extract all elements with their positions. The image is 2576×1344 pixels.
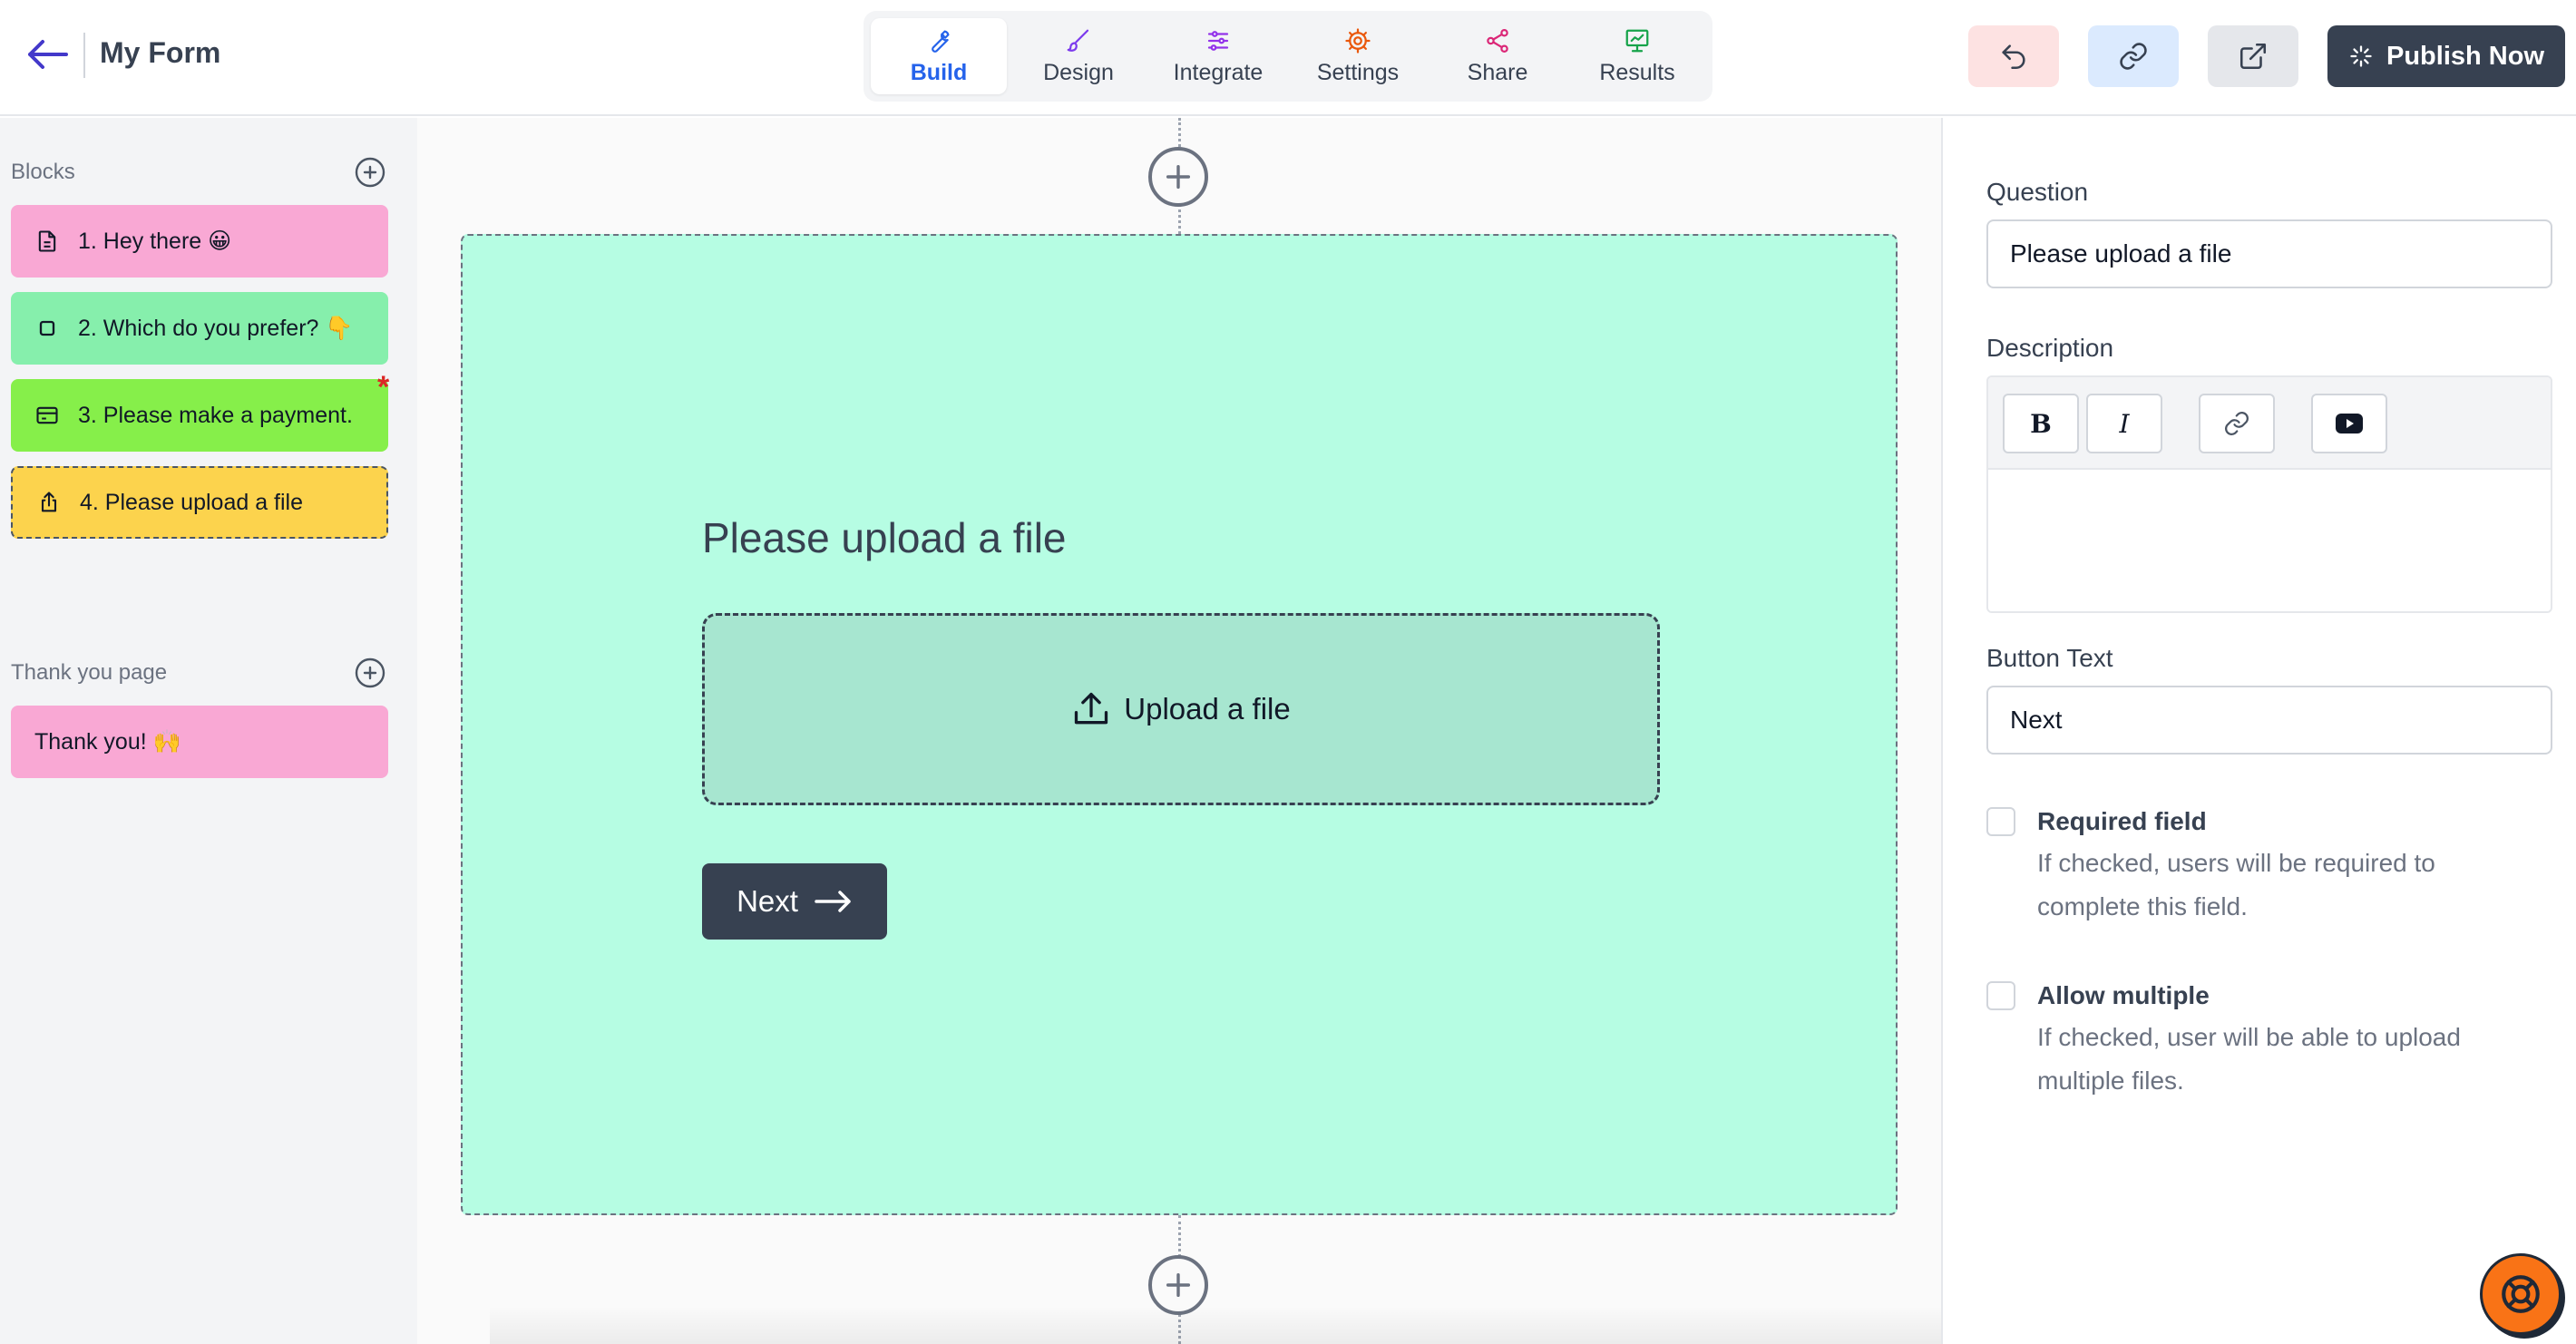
tab-settings[interactable]: Settings bbox=[1290, 18, 1426, 94]
bold-button[interactable]: B bbox=[2003, 394, 2079, 453]
block-label: 1. Hey there 😀 bbox=[78, 229, 232, 254]
blocks-heading: Blocks bbox=[11, 160, 75, 184]
allow-multiple-title: Allow multiple bbox=[2037, 981, 2210, 1009]
question-label: Question bbox=[1986, 178, 2089, 206]
allow-multiple-desc: If checked, user will be able to upload … bbox=[2037, 1023, 2461, 1095]
button-text-input[interactable] bbox=[1986, 686, 2552, 755]
insert-link-button[interactable] bbox=[2199, 394, 2275, 453]
publish-label: Publish Now bbox=[2386, 41, 2544, 71]
blocks-sidebar: Blocks 1. Hey there 😀 2. Which do you pr… bbox=[0, 118, 417, 1344]
block-item-3[interactable]: 3. Please make a payment. bbox=[11, 379, 388, 452]
required-field-title: Required field bbox=[2037, 807, 2207, 835]
block-label: 4. Please upload a file bbox=[80, 489, 304, 515]
copy-link-button[interactable] bbox=[2088, 25, 2179, 87]
checkbox-icon bbox=[39, 320, 55, 336]
description-label: Description bbox=[1986, 334, 2114, 362]
upload-icon bbox=[1075, 692, 1108, 725]
tab-build[interactable]: Build bbox=[871, 18, 1007, 94]
form-title: My Form bbox=[100, 36, 221, 69]
plus-circle-icon bbox=[355, 657, 385, 688]
thank-you-item[interactable]: Thank you! 🙌 bbox=[11, 706, 388, 778]
question-card[interactable]: Please upload a file Upload a file Next bbox=[461, 234, 1898, 1215]
question-input[interactable] bbox=[1986, 219, 2552, 288]
allow-multiple-text: Allow multiple If checked, user will be … bbox=[2037, 978, 2545, 1103]
tab-label: Build bbox=[910, 59, 968, 85]
tab-label: Share bbox=[1467, 59, 1528, 85]
arrow-right-icon bbox=[815, 891, 851, 912]
undo-icon bbox=[2002, 44, 2025, 70]
tab-design[interactable]: Design bbox=[1010, 18, 1147, 94]
block-label: 3. Please make a payment. bbox=[78, 402, 353, 428]
top-header: My Form Build Design Integrate Settings … bbox=[0, 0, 2576, 116]
block-item-1[interactable]: 1. Hey there 😀 bbox=[11, 205, 388, 278]
tab-label: Settings bbox=[1316, 59, 1400, 85]
tab-share[interactable]: Share bbox=[1429, 18, 1566, 94]
header-divider bbox=[83, 33, 85, 78]
publish-button[interactable]: Publish Now bbox=[2327, 25, 2565, 87]
tab-integrate[interactable]: Integrate bbox=[1150, 18, 1286, 94]
share-icon bbox=[1487, 28, 1508, 53]
form-canvas: Please upload a file Upload a file Next bbox=[417, 118, 1941, 1344]
italic-label: I bbox=[2119, 408, 2130, 439]
upload-dropzone[interactable]: Upload a file bbox=[702, 613, 1660, 805]
tab-label: Results bbox=[1599, 59, 1675, 85]
wrench-icon bbox=[932, 30, 950, 53]
plus-icon bbox=[1166, 1272, 1191, 1298]
italic-button[interactable]: I bbox=[2086, 394, 2162, 453]
insert-block-top-button[interactable] bbox=[1148, 147, 1208, 207]
required-star: * bbox=[377, 370, 390, 404]
plus-circle-icon bbox=[355, 157, 385, 188]
button-text-label: Button Text bbox=[1986, 644, 2113, 672]
tab-label: Integrate bbox=[1173, 59, 1264, 85]
bold-label: B bbox=[2030, 408, 2052, 439]
main-tabs: Build Design Integrate Settings Share Re… bbox=[864, 11, 1712, 102]
next-label: Next bbox=[737, 884, 798, 918]
bottom-shadow bbox=[490, 1306, 2068, 1344]
link-icon bbox=[2225, 412, 2249, 435]
editor-toolbar: B I bbox=[1988, 377, 2551, 470]
lifebuoy-icon bbox=[2502, 1275, 2540, 1313]
credit-card-icon bbox=[36, 406, 58, 424]
required-field-desc: If checked, users will be required to co… bbox=[2037, 849, 2435, 920]
allow-multiple-checkbox[interactable] bbox=[1986, 981, 2015, 1010]
required-field-checkbox[interactable] bbox=[1986, 807, 2015, 836]
next-button[interactable]: Next bbox=[702, 863, 887, 940]
undo-button[interactable] bbox=[1968, 25, 2059, 87]
block-item-4[interactable]: 4. Please upload a file bbox=[11, 466, 388, 539]
link-icon bbox=[2120, 43, 2147, 70]
thank-you-heading: Thank you page bbox=[11, 660, 168, 685]
allow-multiple-option: Allow multiple If checked, user will be … bbox=[1986, 978, 2545, 1103]
block-label: 2. Which do you prefer? 👇 bbox=[78, 315, 354, 341]
back-button[interactable] bbox=[24, 31, 71, 78]
insert-video-button[interactable] bbox=[2311, 394, 2387, 453]
brush-icon bbox=[1067, 29, 1089, 52]
open-external-button[interactable] bbox=[2208, 25, 2298, 87]
sparkle-icon bbox=[2350, 45, 2372, 67]
required-field-option: Required field If checked, users will be… bbox=[1986, 803, 2545, 929]
add-thank-you-button[interactable] bbox=[352, 655, 388, 691]
description-text-area[interactable] bbox=[1988, 470, 2551, 611]
upload-icon bbox=[41, 492, 57, 512]
youtube-icon bbox=[2336, 414, 2363, 433]
arrow-left-icon bbox=[28, 40, 68, 69]
document-icon bbox=[38, 230, 56, 252]
sliders-icon bbox=[1207, 30, 1229, 51]
required-field-text: Required field If checked, users will be… bbox=[2037, 803, 2545, 929]
add-block-button[interactable] bbox=[352, 154, 388, 190]
upload-label: Upload a file bbox=[1124, 692, 1291, 726]
tab-results[interactable]: Results bbox=[1569, 18, 1705, 94]
block-item-2[interactable]: 2. Which do you prefer? 👇 bbox=[11, 292, 388, 365]
plus-icon bbox=[1166, 164, 1191, 190]
external-link-icon bbox=[2239, 43, 2267, 70]
properties-panel: Question Description B I Butt bbox=[1941, 118, 2576, 1344]
chart-icon bbox=[1625, 29, 1649, 52]
help-button[interactable] bbox=[2480, 1253, 2561, 1335]
question-title: Please upload a file bbox=[702, 514, 1067, 561]
block-label: Thank you! 🙌 bbox=[34, 728, 181, 755]
tab-label: Design bbox=[1043, 59, 1114, 85]
gear-icon bbox=[1345, 27, 1371, 54]
description-editor: B I bbox=[1986, 375, 2552, 613]
